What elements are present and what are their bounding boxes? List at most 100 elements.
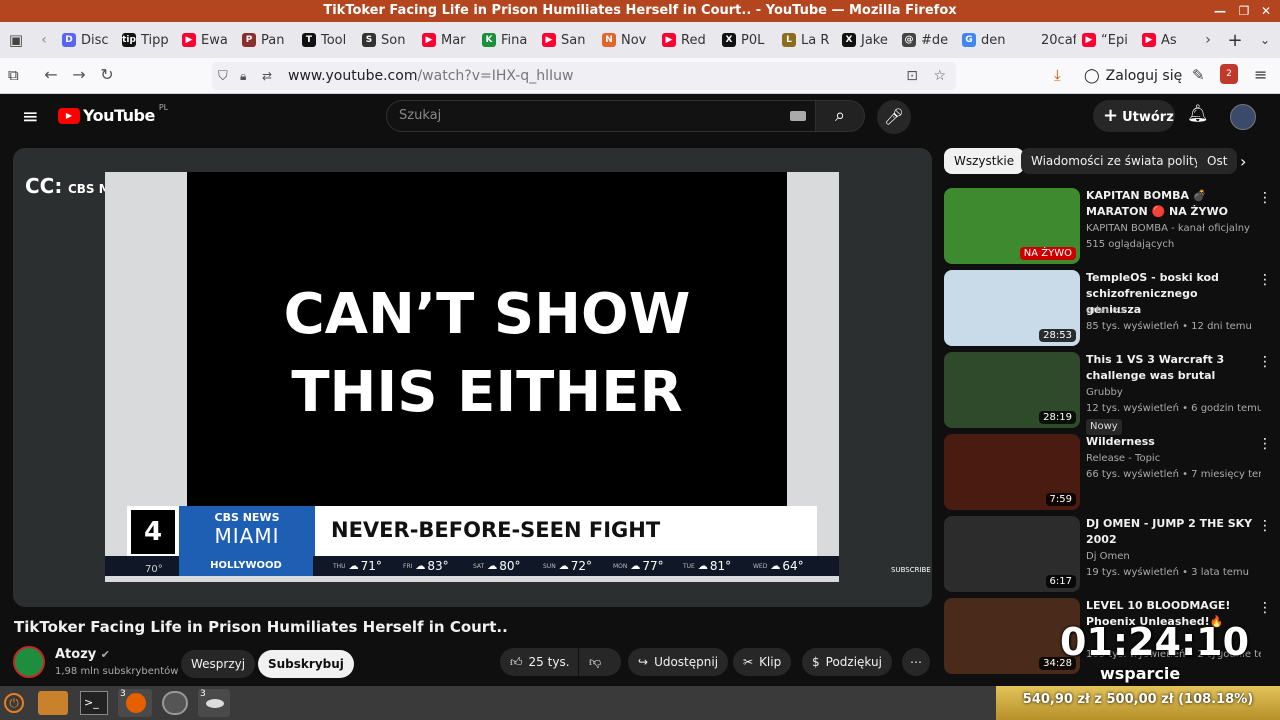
downloads-icon[interactable]: ⤓: [1054, 66, 1061, 84]
browser-tab[interactable]: N Nov: [596, 22, 656, 58]
video-player[interactable]: CC: CBS MIAMI CAN’T SHOW THIS EITHER 4 C…: [13, 148, 932, 607]
subscribe-button[interactable]: Subskrybuj: [258, 650, 354, 678]
recommended-video[interactable]: 28:19 This 1 VS 3 Warcraft 3 challenge wa…: [944, 352, 1272, 435]
recommended-channel[interactable]: Release - Topic: [1086, 451, 1261, 467]
clip-button[interactable]: ✂ Klip: [733, 648, 792, 676]
browser-tab[interactable]: ▶ San: [536, 22, 596, 58]
recommended-video[interactable]: 7:59 Wilderness Release - Topic 66 tys. wyś…: [944, 434, 1272, 510]
browser-tab[interactable]: ▶ Mar: [416, 22, 476, 58]
shield-icon[interactable]: ⛉: [218, 69, 240, 84]
more-actions-button[interactable]: ⋯: [902, 648, 930, 676]
recommended-channel[interactable]: arhn.eu: [1086, 303, 1261, 319]
search-button[interactable]: ⌕: [815, 100, 865, 132]
terminal-icon[interactable]: >_: [80, 691, 108, 715]
chip-recent[interactable]: Ost: [1197, 148, 1237, 174]
menu-icon[interactable]: ≡: [1254, 65, 1267, 84]
keyboard-icon[interactable]: [790, 111, 806, 121]
thanks-button[interactable]: $ Podziękuj: [802, 648, 892, 676]
browser-tab[interactable]: T Tool: [296, 22, 356, 58]
file-manager-icon[interactable]: [38, 691, 68, 715]
recommended-channel[interactable]: KAPITAN BOMBA - kanał oficjalny: [1086, 221, 1261, 237]
recommended-title[interactable]: Wilderness: [1086, 434, 1256, 450]
ublock-icon[interactable]: 2: [1220, 64, 1238, 84]
close-icon[interactable]: ✕: [1258, 3, 1274, 19]
recommended-title[interactable]: KAPITAN BOMBA 💣 MARATON 🔴 NA ŻYWO: [1086, 188, 1256, 220]
like-button[interactable]: 👍︎ 25 tys.: [500, 648, 578, 676]
browser-tab[interactable]: S Son: [356, 22, 416, 58]
video-thumbnail[interactable]: 7:59: [944, 434, 1080, 510]
weather-day: MON ☁ 77°: [613, 556, 683, 576]
dislike-button[interactable]: 👎︎: [579, 648, 621, 676]
notifications-icon[interactable]: 🔔︎: [1187, 104, 1209, 124]
sidebar-toggle-icon[interactable]: ⧉: [8, 66, 28, 86]
support-button[interactable]: Wesprzyj: [181, 650, 256, 678]
video-thumbnail[interactable]: NA ŻYWO: [944, 188, 1080, 264]
browser-tab[interactable]: 20caf2: [1016, 22, 1076, 58]
video-thumbnail[interactable]: 28:19: [944, 352, 1080, 428]
more-options-icon[interactable]: ⋮: [1258, 272, 1272, 288]
video-thumbnail[interactable]: 6:17: [944, 516, 1080, 592]
reader-view-icon[interactable]: ⊡: [906, 68, 918, 84]
more-options-icon[interactable]: ⋮: [1258, 190, 1272, 206]
maximize-icon[interactable]: ❐: [1236, 3, 1252, 19]
recommended-title[interactable]: This 1 VS 3 Warcraft 3 challenge was bru…: [1086, 352, 1256, 384]
browser-tab[interactable]: ▶ As: [1136, 22, 1196, 58]
chip-all[interactable]: Wszystkie: [944, 148, 1025, 174]
chips-next-icon[interactable]: ›: [1240, 152, 1246, 171]
recommended-video[interactable]: NA ŻYWO KAPITAN BOMBA 💣 MARATON 🔴 NA ŻYWO…: [944, 188, 1272, 264]
channel-avatar[interactable]: [13, 646, 45, 678]
hamburger-menu-icon[interactable]: ≡: [22, 104, 39, 128]
search-input[interactable]: Szukaj: [386, 100, 816, 132]
browser-tab[interactable]: Gden: [956, 22, 1016, 58]
tab-list-icon[interactable]: ▣: [0, 31, 32, 49]
recommended-video[interactable]: 28:53 TempleOS - boski kod schizofreniczn…: [944, 270, 1272, 346]
browser-tab[interactable]: L La R: [776, 22, 836, 58]
voice-search-icon[interactable]: 🎤︎: [877, 100, 911, 134]
recommended-video[interactable]: 6:17 DJ OMEN - JUMP 2 THE SKY 2002 Dj Omen…: [944, 516, 1272, 592]
create-button[interactable]: + Utwórz: [1093, 100, 1175, 132]
like-count: 25 tys.: [528, 655, 570, 669]
scroll-tabs-right-icon[interactable]: ›: [1196, 32, 1220, 48]
more-options-icon[interactable]: ⋮: [1258, 518, 1272, 534]
browser-tab[interactable]: @ #de: [896, 22, 956, 58]
more-options-icon[interactable]: ⋮: [1258, 354, 1272, 370]
recommended-channel[interactable]: Grubby: [1086, 385, 1261, 401]
login-button[interactable]: ◯ Zaloguj się: [1084, 66, 1182, 86]
browser-tab[interactable]: X P0L: [716, 22, 776, 58]
app-eye-icon[interactable]: 3: [198, 689, 230, 717]
more-options-icon[interactable]: ⋮: [1258, 436, 1272, 452]
minimize-icon[interactable]: —: [1212, 3, 1228, 19]
avatar[interactable]: [1230, 104, 1256, 130]
browser-tab[interactable]: D Disc: [56, 22, 116, 58]
browser-tab[interactable]: P Pan: [236, 22, 296, 58]
tab-overflow-icon[interactable]: ⌄: [1250, 33, 1280, 47]
firefox-icon[interactable]: 3: [118, 689, 152, 717]
scroll-tabs-left-icon[interactable]: ‹: [32, 32, 56, 48]
tab-favicon-icon: ▶: [1142, 33, 1156, 47]
recommended-channel[interactable]: Dj Omen: [1086, 549, 1261, 565]
new-tab-icon[interactable]: +: [1220, 30, 1250, 51]
browser-tab[interactable]: ▶ Ewa: [176, 22, 236, 58]
browser-tab[interactable]: tip Tipp: [116, 22, 176, 58]
tab-strip: ▣ ‹ D Disc tip Tipp ▶ Ewa P Pan T Tool S Son ▶ Mar K Fi…: [0, 22, 1280, 58]
forward-icon[interactable]: →: [64, 65, 94, 84]
back-icon[interactable]: ←: [36, 65, 66, 84]
reload-icon[interactable]: ↻: [92, 65, 122, 84]
bookmark-star-icon[interactable]: ☆: [933, 68, 946, 84]
share-button[interactable]: ↪ Udostępnij: [628, 648, 729, 676]
extensions-icon[interactable]: ✎: [1192, 66, 1205, 84]
channel-name[interactable]: Atozy ✔: [55, 647, 110, 662]
browser-tab[interactable]: K Fina: [476, 22, 536, 58]
more-options-icon[interactable]: ⋮: [1258, 600, 1272, 616]
obs-icon[interactable]: [162, 691, 188, 715]
chip-politics[interactable]: Wiadomości ze świata polityki: [1021, 148, 1222, 174]
url-bar[interactable]: ⛉ 🔒︎ ⇄ www.youtube.com/watch?v=IHX-q_hlI…: [212, 62, 956, 90]
permissions-icon[interactable]: ⇄: [262, 69, 288, 83]
browser-tab[interactable]: ▶ “Epi: [1076, 22, 1136, 58]
recommended-title[interactable]: DJ OMEN - JUMP 2 THE SKY 2002: [1086, 516, 1256, 548]
browser-tab[interactable]: ▶ Red: [656, 22, 716, 58]
start-menu-icon[interactable]: ⏻: [4, 693, 24, 713]
browser-tab[interactable]: X Jake: [836, 22, 896, 58]
youtube-logo[interactable]: ▶ YouTube PL: [58, 103, 168, 125]
video-thumbnail[interactable]: 28:53: [944, 270, 1080, 346]
